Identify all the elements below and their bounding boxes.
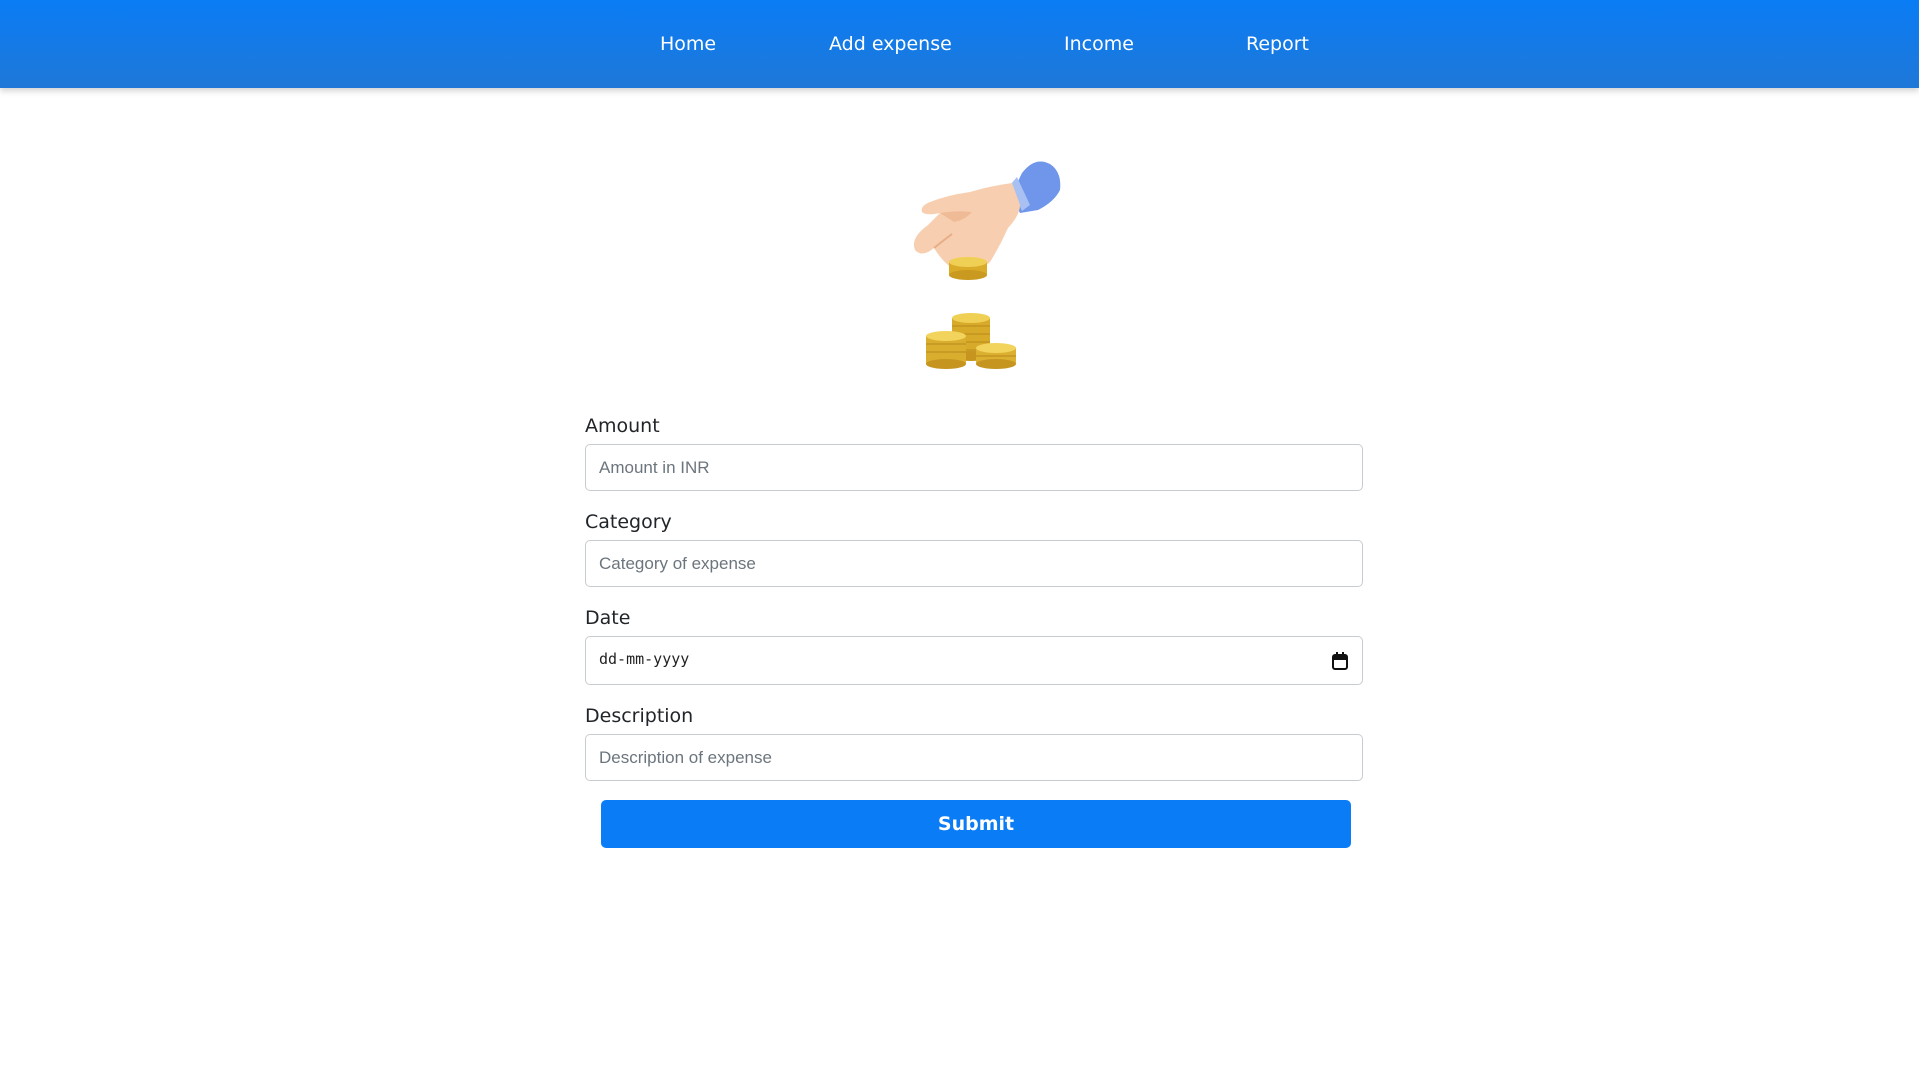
date-placeholder: dd-mm-yyyy [599, 650, 690, 668]
date-input[interactable]: dd-mm-yyyy [585, 636, 1363, 685]
description-input[interactable] [585, 734, 1363, 781]
nav-home-link[interactable]: Home [660, 31, 716, 57]
category-input[interactable] [585, 540, 1363, 587]
top-navbar: Home Add expense Income Report [0, 0, 1919, 88]
amount-label: Amount [585, 415, 660, 437]
date-label: Date [585, 607, 631, 629]
description-label: Description [585, 705, 694, 727]
nav-income-link[interactable]: Income [1064, 31, 1134, 57]
amount-input[interactable] [585, 444, 1363, 491]
hand-placing-coins-icon [913, 161, 1061, 369]
hand-placing-coins-illustration [870, 150, 1090, 380]
nav-add-expense-link[interactable]: Add expense [829, 31, 952, 57]
category-label: Category [585, 511, 672, 533]
submit-button[interactable]: Submit [601, 800, 1351, 848]
nav-report-link[interactable]: Report [1246, 31, 1309, 57]
calendar-icon[interactable] [1332, 652, 1348, 670]
